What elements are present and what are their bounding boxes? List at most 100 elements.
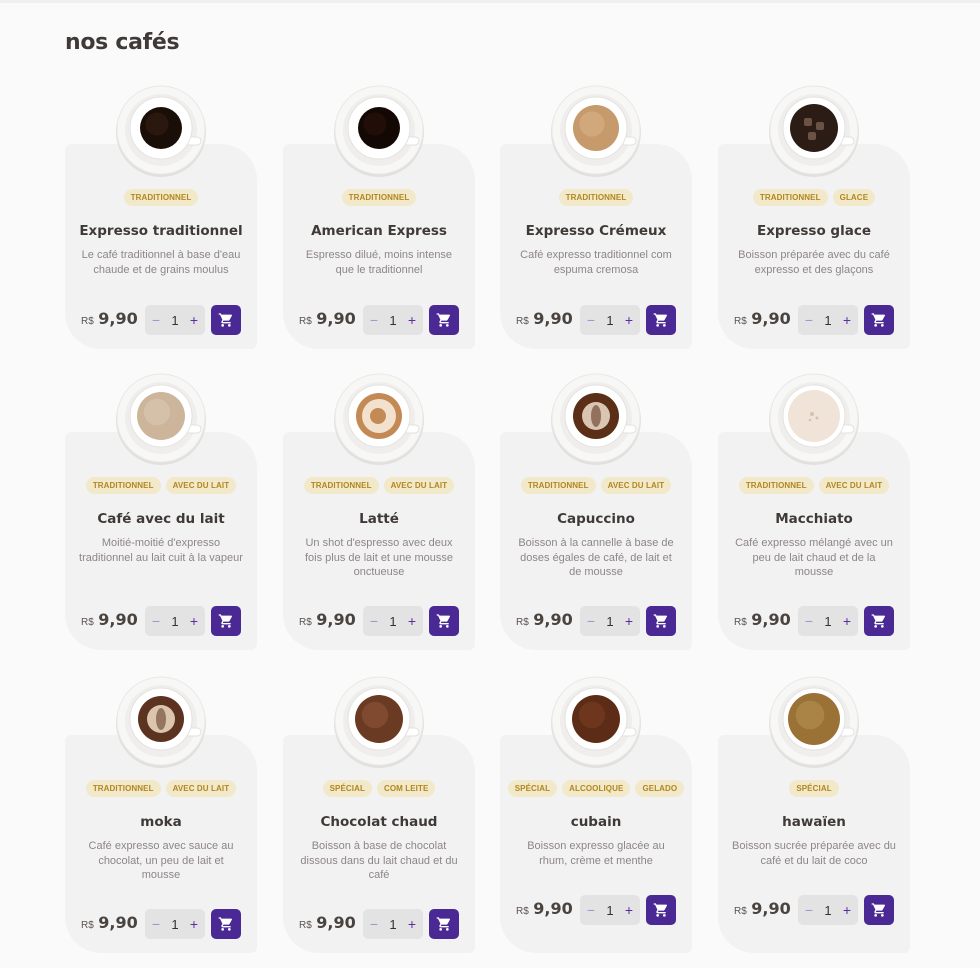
product-price: R$ 9,90: [81, 610, 138, 630]
product-tag: SPÉCIAL: [789, 780, 839, 797]
shopping-cart-icon: [436, 313, 451, 327]
price-currency: R$: [516, 617, 529, 628]
quantity-value: 1: [171, 312, 179, 328]
quantity-value: 1: [606, 312, 614, 328]
product-price: R$ 9,90: [516, 610, 573, 630]
quantity-stepper: −1 +: [798, 895, 858, 925]
product-image: [766, 82, 862, 178]
product-price: R$ 9,90: [299, 309, 356, 329]
product-tag: COM LEITE: [376, 780, 436, 797]
shopping-cart-icon: [218, 917, 233, 931]
add-to-cart-button[interactable]: [211, 305, 241, 335]
product-description: Café expresso mélangé avec un peu de lai…: [735, 537, 893, 578]
add-to-cart-button[interactable]: [211, 909, 241, 939]
minus-icon[interactable]: −: [369, 313, 379, 327]
plus-icon[interactable]: +: [407, 313, 417, 327]
buy-row: R$ 9,90−1 +: [81, 305, 243, 335]
plus-icon[interactable]: +: [842, 903, 852, 917]
product-name: Expresso glace: [756, 223, 871, 239]
minus-icon[interactable]: −: [369, 917, 379, 931]
coffee-cup-image: [116, 676, 206, 768]
add-to-cart-button[interactable]: [646, 895, 676, 925]
plus-icon[interactable]: +: [407, 917, 417, 931]
product-description: Boisson préparée avec du café expresso e…: [738, 249, 890, 276]
minus-icon[interactable]: −: [151, 917, 161, 931]
product-description: Café expresso traditionnel com espuma cr…: [520, 249, 672, 276]
plus-icon[interactable]: +: [624, 313, 634, 327]
minus-icon[interactable]: −: [586, 614, 596, 628]
price-currency: R$: [734, 316, 747, 327]
product-card: TRADITIONNEL AVEC DU LAIT Capuccino Boisson…: [500, 373, 692, 650]
plus-icon[interactable]: +: [842, 313, 852, 327]
product-price: R$ 9,90: [734, 309, 791, 329]
add-to-cart-button[interactable]: [646, 606, 676, 636]
coffee-cup-image: [551, 676, 641, 768]
shopping-cart-icon: [653, 614, 668, 628]
add-to-cart-button[interactable]: [211, 606, 241, 636]
plus-icon[interactable]: +: [624, 614, 634, 628]
product-name: moka: [140, 814, 182, 830]
minus-icon[interactable]: −: [586, 313, 596, 327]
tag-list: TRADITIONNEL AVEC DU LAIT: [65, 780, 257, 797]
product-name: Capuccino: [557, 511, 635, 527]
add-to-cart-button[interactable]: [429, 606, 459, 636]
add-to-cart-button[interactable]: [864, 606, 894, 636]
add-to-cart-button[interactable]: [864, 305, 894, 335]
price-currency: R$: [299, 316, 312, 327]
product-description: Le café traditionnel à base d'eau chaude…: [81, 249, 241, 276]
product-price: R$ 9,90: [734, 610, 791, 630]
tag-list: TRADITIONNEL AVEC DU LAIT: [500, 477, 692, 494]
product-name: cubain: [570, 814, 622, 830]
minus-icon[interactable]: −: [151, 313, 161, 327]
buy-row: R$ 9,90−1 +: [516, 305, 678, 335]
add-to-cart-button[interactable]: [429, 305, 459, 335]
plus-icon[interactable]: +: [189, 917, 199, 931]
product-name: Expresso Crémeux: [525, 223, 667, 239]
quantity-stepper: −1 +: [580, 606, 640, 636]
tag-list: TRADITIONNEL: [500, 189, 692, 206]
top-divider: [0, 0, 980, 3]
quantity-value: 1: [606, 613, 614, 629]
product-tag: TRADITIONNEL: [85, 780, 161, 797]
product-image: [766, 673, 862, 769]
quantity-stepper: −1 +: [363, 305, 423, 335]
product-tag: ALCOOLIQUE: [562, 780, 631, 797]
price-value: 9,90: [751, 309, 791, 328]
quantity-value: 1: [606, 902, 614, 918]
price-value: 9,90: [751, 610, 791, 629]
price-currency: R$: [299, 617, 312, 628]
plus-icon[interactable]: +: [189, 614, 199, 628]
product-description: Moitié-moitié d'expresso traditionnel au…: [79, 537, 243, 564]
product-tag: GELADO: [635, 780, 685, 797]
tag-list: SPÉCIAL COM LEITE: [283, 780, 475, 797]
minus-icon[interactable]: −: [369, 614, 379, 628]
minus-icon[interactable]: −: [804, 614, 814, 628]
add-to-cart-button[interactable]: [864, 895, 894, 925]
minus-icon[interactable]: −: [804, 903, 814, 917]
shopping-cart-icon: [218, 313, 233, 327]
plus-icon[interactable]: +: [189, 313, 199, 327]
product-price: R$ 9,90: [516, 899, 573, 919]
coffee-cup-image: [116, 373, 206, 465]
plus-icon[interactable]: +: [624, 903, 634, 917]
product-description: Espresso dilué, moins intense que le tra…: [305, 249, 453, 276]
price-value: 9,90: [316, 610, 356, 629]
product-image: [766, 370, 862, 466]
product-name: Chocolat chaud: [320, 814, 438, 830]
coffee-cup-image: [769, 676, 859, 768]
plus-icon[interactable]: +: [842, 614, 852, 628]
minus-icon[interactable]: −: [586, 903, 596, 917]
minus-icon[interactable]: −: [151, 614, 161, 628]
price-currency: R$: [734, 617, 747, 628]
product-description: Boisson à base de chocolat dissous dans …: [300, 840, 458, 881]
plus-icon[interactable]: +: [407, 614, 417, 628]
add-to-cart-button[interactable]: [429, 909, 459, 939]
coffee-cup-image: [334, 373, 424, 465]
product-tag: TRADITIONNEL: [303, 477, 379, 494]
minus-icon[interactable]: −: [804, 313, 814, 327]
product-name: Latté: [359, 511, 399, 527]
product-tag: AVEC DU LAIT: [818, 477, 890, 494]
add-to-cart-button[interactable]: [646, 305, 676, 335]
coffee-cup-image: [769, 373, 859, 465]
product-tag: AVEC DU LAIT: [600, 477, 672, 494]
